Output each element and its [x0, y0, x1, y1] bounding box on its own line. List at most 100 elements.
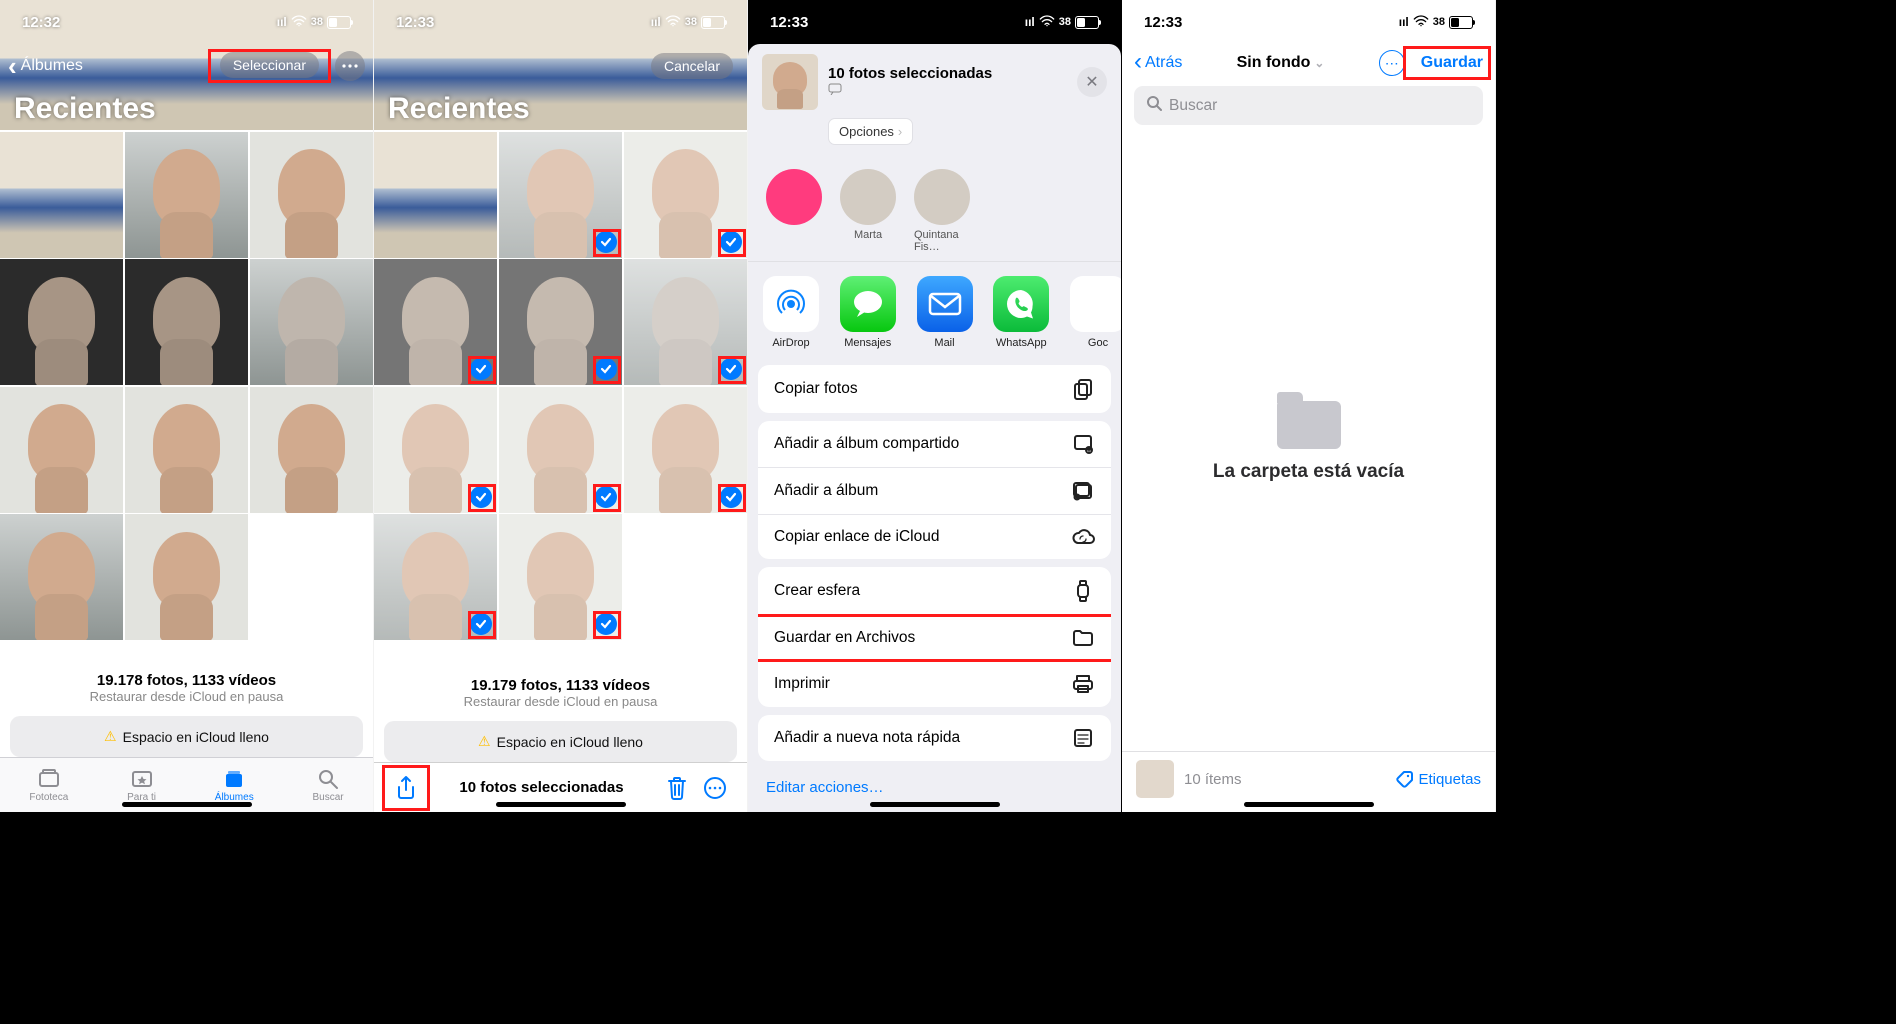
- actions-group-4: Añadir a nueva nota rápida: [758, 715, 1111, 761]
- apps-row: AirDrop Mensajes Mail WhatsApp Goc: [748, 262, 1121, 357]
- wifi-icon: [1413, 15, 1429, 30]
- album-icon: [1071, 481, 1095, 501]
- photo-tile[interactable]: [250, 259, 373, 385]
- banner-text: Espacio en iCloud lleno: [123, 729, 269, 745]
- tab-buscar[interactable]: Buscar: [312, 768, 343, 803]
- action-label: Imprimir: [774, 675, 830, 693]
- count-line: 19.178 fotos, 1133 vídeos: [0, 672, 373, 689]
- action-label: Copiar enlace de iCloud: [774, 528, 939, 546]
- options-label: Opciones: [839, 124, 894, 139]
- back-button[interactable]: ‹Atrás: [1134, 51, 1182, 76]
- action-label: Añadir a álbum: [774, 482, 878, 500]
- photo-tile-selected[interactable]: [624, 132, 747, 258]
- photo-tile[interactable]: [0, 514, 123, 640]
- select-nav: Cancelar: [374, 44, 747, 88]
- photo-tile[interactable]: [125, 132, 248, 258]
- contacts-row[interactable]: Marta Quintana Fis…: [748, 155, 1121, 262]
- photo-tile[interactable]: [125, 514, 248, 640]
- home-indicator[interactable]: [870, 802, 1000, 807]
- search-field[interactable]: Buscar: [1134, 86, 1483, 125]
- photo-tile[interactable]: [0, 259, 123, 385]
- share-button[interactable]: [392, 775, 420, 801]
- app-mensajes[interactable]: Mensajes: [837, 276, 899, 349]
- action-copy-photos[interactable]: Copiar fotos: [758, 365, 1111, 413]
- check-icon: [720, 231, 742, 253]
- app-label: Mensajes: [844, 337, 891, 349]
- contact-suggestion[interactable]: Marta: [840, 169, 896, 253]
- options-button[interactable]: Opciones›: [828, 118, 913, 145]
- search-icon: [315, 768, 341, 790]
- home-indicator[interactable]: [1244, 802, 1374, 807]
- photo-tile-selected[interactable]: [374, 514, 497, 640]
- check-icon: [470, 486, 492, 508]
- save-button[interactable]: Guardar: [1421, 54, 1483, 71]
- cancel-button[interactable]: Cancelar: [651, 53, 733, 79]
- close-button[interactable]: ✕: [1077, 67, 1107, 97]
- photo-tile[interactable]: [125, 387, 248, 513]
- action-create-watchface[interactable]: Crear esfera: [758, 567, 1111, 616]
- tab-parati[interactable]: Para ti: [127, 768, 156, 803]
- photo-tile-selected[interactable]: [374, 259, 497, 385]
- screen-photos-selecting: 12:33 ııl 38 Cancelar Recientes 19.179 f…: [374, 0, 748, 812]
- preview-thumb[interactable]: [1136, 760, 1174, 798]
- home-indicator[interactable]: [496, 802, 626, 807]
- photo-tile[interactable]: [125, 259, 248, 385]
- action-label: Añadir a nueva nota rápida: [774, 729, 960, 747]
- app-whatsapp[interactable]: WhatsApp: [990, 276, 1052, 349]
- app-airdrop[interactable]: AirDrop: [760, 276, 822, 349]
- more-app-icon: [1070, 276, 1121, 332]
- items-count: 10 ítems: [1184, 771, 1242, 788]
- select-button[interactable]: Seleccionar: [220, 52, 319, 78]
- action-shared-album[interactable]: Añadir a álbum compartido: [758, 421, 1111, 468]
- for-you-icon: [129, 768, 155, 790]
- photo-tile-selected[interactable]: [499, 387, 622, 513]
- action-quick-note[interactable]: Añadir a nueva nota rápida: [758, 715, 1111, 761]
- more-button[interactable]: [701, 776, 729, 800]
- icloud-banner[interactable]: ⚠︎ Espacio en iCloud lleno: [10, 716, 363, 757]
- status-right: ııl 38: [1399, 15, 1473, 30]
- photo-tile-selected[interactable]: [374, 387, 497, 513]
- wifi-icon: [665, 15, 681, 30]
- print-icon: [1071, 674, 1095, 694]
- contact-suggestion[interactable]: Quintana Fis…: [914, 169, 970, 253]
- files-nav: ‹Atrás Sin fondo⌄ ⋯ Guardar: [1122, 44, 1495, 78]
- action-add-album[interactable]: Añadir a álbum: [758, 468, 1111, 515]
- status-time: 12:33: [770, 14, 808, 31]
- home-indicator[interactable]: [122, 802, 252, 807]
- photo-tile-collage[interactable]: [624, 514, 747, 640]
- tab-label: Fototeca: [29, 792, 68, 803]
- action-save-to-files[interactable]: Guardar en Archivos: [758, 616, 1111, 661]
- photo-tile[interactable]: [0, 132, 123, 258]
- photo-tile[interactable]: [0, 387, 123, 513]
- photo-tile[interactable]: [374, 132, 497, 258]
- tab-fototeca[interactable]: Fototeca: [29, 768, 68, 803]
- photo-tile[interactable]: [250, 132, 373, 258]
- app-mail[interactable]: Mail: [914, 276, 976, 349]
- icloud-banner[interactable]: ⚠︎ Espacio en iCloud lleno: [384, 721, 737, 762]
- folder-title[interactable]: Sin fondo⌄: [1182, 54, 1378, 72]
- photo-tile[interactable]: [250, 387, 373, 513]
- photo-tile-selected[interactable]: [624, 387, 747, 513]
- action-icloud-link[interactable]: Copiar enlace de iCloud: [758, 515, 1111, 559]
- contact-name: Marta: [854, 229, 882, 241]
- back-label[interactable]: Álbumes: [21, 57, 83, 75]
- restore-line: Restaurar desde iCloud en pausa: [0, 689, 373, 704]
- photo-tile-selected[interactable]: [499, 259, 622, 385]
- signal-icon: ııl: [1399, 15, 1409, 29]
- more-button[interactable]: [335, 51, 365, 81]
- tab-label: Buscar: [312, 792, 343, 803]
- trash-button[interactable]: [663, 776, 691, 800]
- photo-tile-selected[interactable]: [499, 514, 622, 640]
- photo-tile-selected[interactable]: [624, 259, 747, 385]
- app-more[interactable]: Goc: [1067, 276, 1121, 349]
- album-title: Recientes: [388, 92, 530, 126]
- action-print[interactable]: Imprimir: [758, 661, 1111, 707]
- back-chevron-icon[interactable]: ‹: [8, 51, 17, 82]
- battery-icon: [701, 16, 725, 29]
- check-icon: [595, 486, 617, 508]
- photo-tile-selected[interactable]: [499, 132, 622, 258]
- tags-button[interactable]: Etiquetas: [1396, 770, 1481, 788]
- contact-suggestion[interactable]: [766, 169, 822, 253]
- more-button[interactable]: ⋯: [1379, 50, 1405, 76]
- tab-albumes[interactable]: Álbumes: [215, 768, 254, 803]
